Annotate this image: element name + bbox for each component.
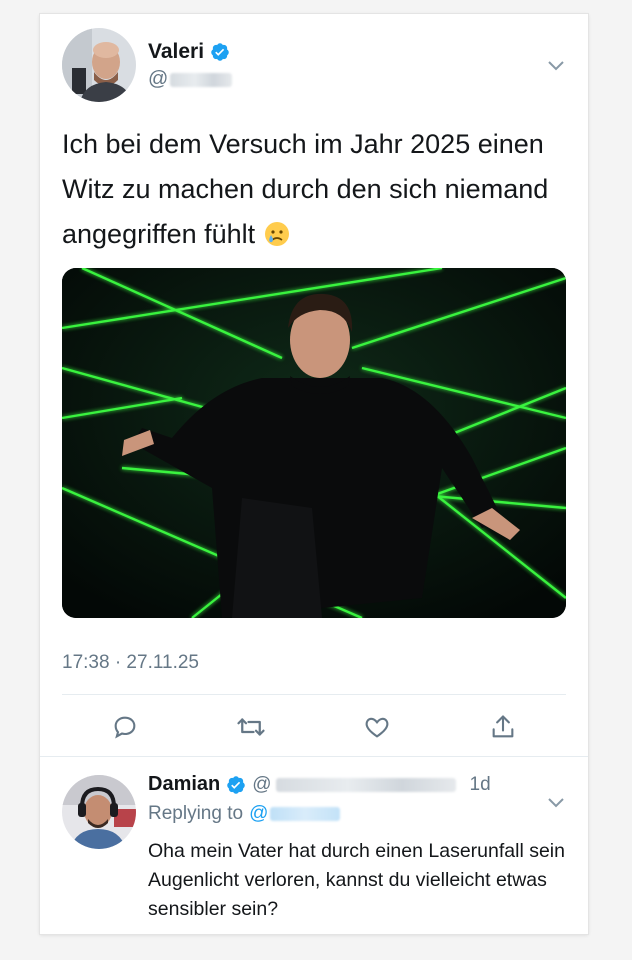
share-icon (492, 715, 514, 738)
author-name-row: Valeri (148, 40, 230, 64)
reply-author-avatar[interactable] (62, 775, 136, 849)
author-avatar[interactable] (62, 28, 136, 102)
reply-author-handle[interactable]: @ (252, 773, 456, 796)
tweet-timestamp[interactable]: 17:38 · 27.11.25 (62, 652, 199, 674)
replying-mention[interactable]: @ (249, 803, 268, 825)
author-handle-prefix: @ (148, 68, 169, 90)
verified-badge-icon (226, 775, 246, 795)
replying-label: Replying to (148, 803, 244, 824)
reply-name-row: Damian @ 1d (148, 773, 491, 796)
reply-time[interactable]: 1d (470, 774, 491, 796)
chevron-down-icon[interactable] (546, 795, 566, 809)
author-display-name[interactable]: Valeri (148, 40, 204, 64)
reply-text: Oha mein Vater hat durch einen Laserunfa… (148, 840, 565, 920)
reply-handle-prefix: @ (252, 773, 272, 795)
chevron-down-icon[interactable] (546, 58, 566, 72)
reply-button[interactable] (102, 704, 148, 750)
retweet-icon (237, 718, 265, 736)
share-button[interactable] (480, 704, 526, 750)
author-handle[interactable]: @ (148, 68, 233, 91)
redacted-handle (170, 72, 233, 87)
divider (62, 694, 566, 695)
reply-tweet[interactable]: Damian @ 1d Replying to @ Oha mein Vater… (40, 756, 588, 934)
verified-badge-icon (210, 42, 230, 62)
tweet-text: Ich bei dem Versuch im Jahr 2025 einen W… (62, 122, 562, 257)
replying-to: Replying to @ (148, 803, 341, 825)
retweet-button[interactable] (228, 704, 274, 750)
tweet-text-body: Ich bei dem Versuch im Jahr 2025 einen W… (62, 129, 549, 249)
crying-face-emoji-icon (263, 217, 291, 246)
reply-icon (114, 716, 136, 739)
tweet-actions (40, 704, 588, 750)
reply-display-name[interactable]: Damian (148, 773, 220, 796)
redacted-handle (270, 807, 341, 821)
tweet-image[interactable] (62, 268, 566, 618)
like-button[interactable] (354, 704, 400, 750)
like-icon (365, 717, 389, 738)
redacted-handle (275, 777, 456, 792)
tweet-card: Valeri @ Ich bei dem Versuch im Jahr 202… (40, 14, 588, 934)
